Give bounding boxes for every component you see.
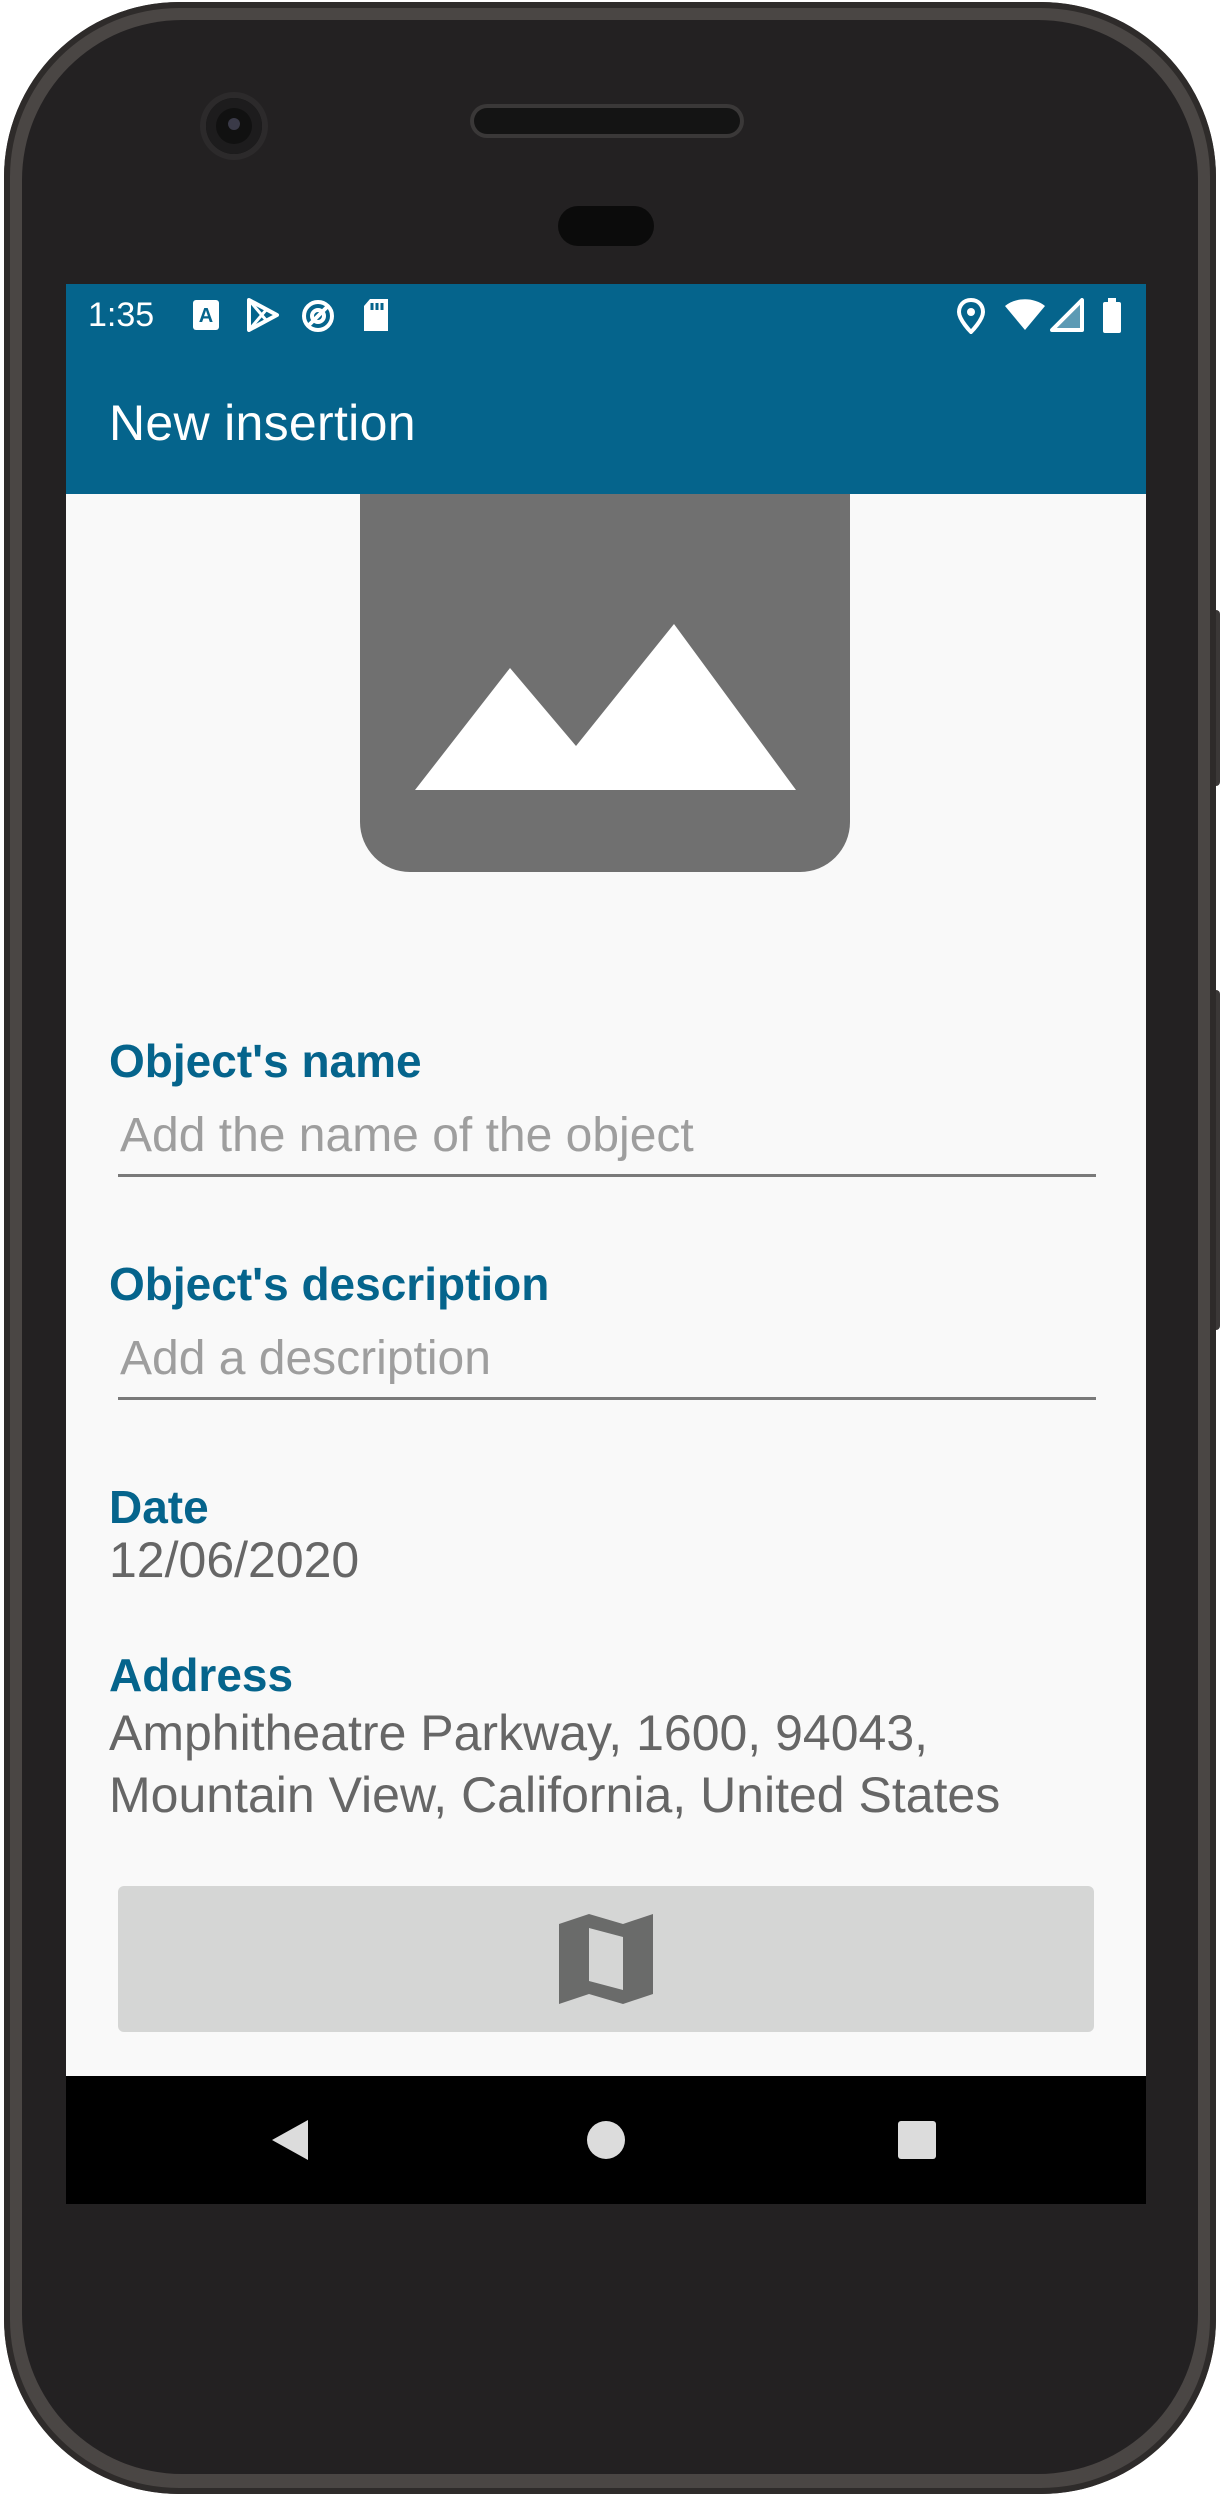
address-label: Address	[109, 1649, 294, 1701]
proximity-sensor	[558, 206, 654, 246]
object-name-label: Object's name	[109, 1035, 422, 1087]
wifi-icon	[1004, 298, 1046, 337]
status-time: 1:35	[88, 296, 155, 334]
svg-text:A: A	[199, 305, 213, 327]
recents-icon[interactable]	[897, 2120, 937, 2165]
cell-signal-icon	[1050, 298, 1084, 337]
open-map-button[interactable]	[118, 1886, 1094, 2032]
home-icon[interactable]	[585, 2119, 627, 2166]
address-line-1: Amphitheatre Parkway, 1600, 94043,	[109, 1705, 929, 1761]
app-screen: 1:35 A New insertion Object's name Add t…	[66, 284, 1146, 2204]
system-nav-bar	[66, 2076, 1146, 2204]
sd-card-icon	[362, 298, 390, 337]
earpiece-speaker	[474, 108, 740, 134]
status-bar: 1:35 A	[66, 284, 1146, 348]
font-a-icon: A	[192, 298, 220, 337]
object-description-label: Object's description	[109, 1258, 550, 1310]
app-bar: New insertion	[66, 348, 1146, 494]
object-description-input[interactable]	[118, 1319, 1096, 1400]
map-icon	[559, 1914, 653, 2004]
image-placeholder[interactable]	[360, 494, 850, 872]
address-value: Amphitheatre Parkway, 1600, 94043, Mount…	[109, 1702, 1000, 1826]
date-value: 12/06/2020	[109, 1532, 360, 1588]
app-title: New insertion	[109, 395, 416, 451]
play-store-icon	[246, 298, 280, 337]
phone-frame: 1:35 A New insertion Object's name Add t…	[0, 0, 1224, 2498]
do-not-disturb-icon	[300, 298, 336, 339]
back-icon[interactable]	[270, 2118, 310, 2167]
image-placeholder-icon	[360, 494, 850, 872]
battery-icon	[1102, 298, 1122, 339]
date-label: Date	[109, 1481, 209, 1533]
location-pin-icon	[956, 297, 986, 339]
address-line-2: Mountain View, California, United States	[109, 1767, 1001, 1823]
front-camera	[206, 98, 262, 154]
object-name-input[interactable]	[118, 1096, 1096, 1177]
